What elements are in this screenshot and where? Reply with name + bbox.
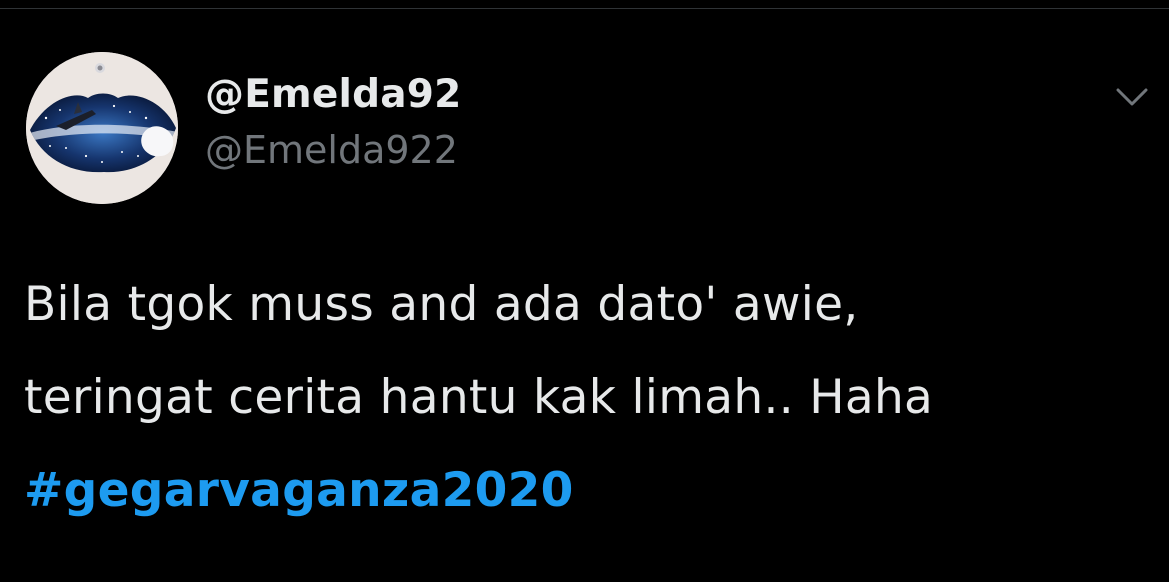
author-handle[interactable]: @Emelda922 bbox=[205, 125, 458, 175]
avatar-image bbox=[26, 52, 178, 204]
tweet-text-line: Bila tgok muss and ada dato' awie, bbox=[24, 277, 859, 332]
tweet-text: Bila tgok muss and ada dato' awie, terin… bbox=[24, 258, 1144, 537]
top-divider bbox=[0, 8, 1169, 9]
chevron-down-icon[interactable] bbox=[1110, 82, 1154, 112]
profile-avatar[interactable] bbox=[26, 52, 178, 204]
author-display-name[interactable]: @Emelda92 bbox=[205, 70, 461, 120]
tweet-text-line: teringat cerita hantu kak limah.. Haha bbox=[24, 370, 934, 425]
hashtag-link[interactable]: #gegarvaganza2020 bbox=[24, 444, 1144, 537]
